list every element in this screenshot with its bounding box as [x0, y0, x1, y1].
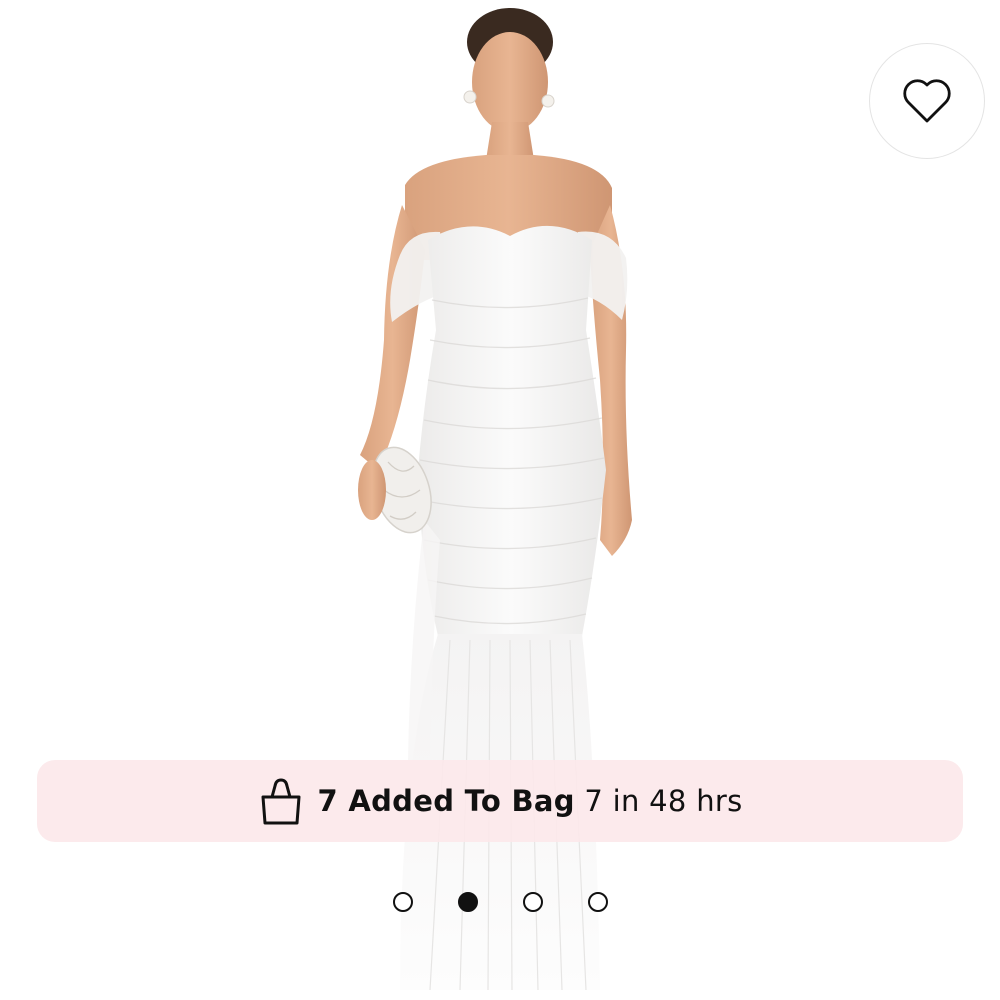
- model-hand-left: [358, 460, 386, 520]
- bag-banner-text: 7 Added To Bag 7 in 48 hrs: [317, 784, 742, 818]
- model-face: [472, 32, 548, 132]
- added-to-bag-banner: 7 Added To Bag 7 in 48 hrs: [37, 760, 963, 842]
- wishlist-button[interactable]: [869, 43, 985, 159]
- carousel-dot-2[interactable]: [457, 892, 478, 912]
- carousel-dot-4[interactable]: [587, 892, 608, 912]
- bag-banner-headline: 7 Added To Bag: [317, 784, 575, 818]
- earring-left: [463, 90, 477, 104]
- gown-bodice: [418, 225, 606, 636]
- model-neck: [486, 122, 534, 160]
- carousel-pagination: [0, 890, 1000, 914]
- carousel-dot-1[interactable]: [392, 892, 413, 912]
- product-image[interactable]: [0, 0, 1000, 1000]
- heart-outline-icon: [903, 79, 951, 123]
- bag-banner-detail: 7 in 48 hrs: [584, 784, 743, 818]
- shopping-bag-icon: [257, 777, 305, 825]
- carousel-dot-3[interactable]: [522, 892, 543, 912]
- earring-right: [541, 94, 555, 108]
- product-gallery: 7 Added To Bag 7 in 48 hrs: [0, 0, 1000, 1000]
